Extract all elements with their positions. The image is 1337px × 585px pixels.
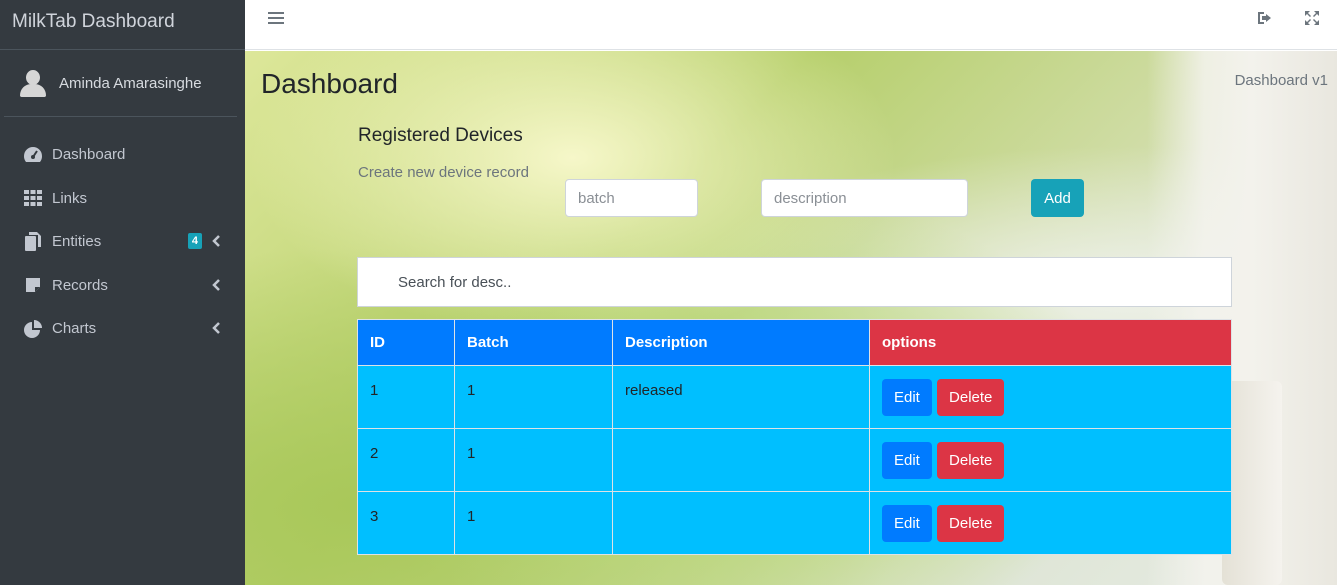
- cell-options: Edit Delete: [869, 365, 1232, 429]
- grid-icon: [23, 188, 43, 208]
- sidebar: MilkTab Dashboard Aminda Amarasinghe Das…: [0, 0, 245, 585]
- sidebar-item-label: Charts: [52, 320, 97, 338]
- table-row: 2 1 Edit Delete: [357, 428, 1232, 492]
- cell-options: Edit Delete: [869, 491, 1232, 555]
- cell-options: Edit Delete: [869, 428, 1232, 492]
- column-header-batch: Batch: [454, 319, 613, 366]
- delete-button[interactable]: Delete: [937, 505, 1005, 542]
- table-row: 3 1 Edit Delete: [357, 491, 1232, 555]
- sidebar-item-label: Entities: [52, 233, 102, 251]
- entities-count-badge: 4: [187, 233, 202, 249]
- sidebar-item-records[interactable]: Records: [0, 264, 245, 308]
- edit-button[interactable]: Edit: [882, 505, 932, 542]
- sidebar-item-dashboard[interactable]: Dashboard: [0, 133, 245, 177]
- cell-batch: 1: [454, 491, 613, 555]
- copy-icon: [23, 232, 43, 252]
- devices-table: ID Batch Description options 1 1 release…: [357, 319, 1232, 555]
- sidebar-item-charts[interactable]: Charts: [0, 307, 245, 351]
- sidebar-item-label: Links: [52, 189, 88, 207]
- tachometer-icon: [23, 145, 43, 165]
- create-record-label: Create new device record: [358, 164, 529, 181]
- cell-batch: 1: [454, 428, 613, 492]
- sidebar-item-label: Dashboard: [52, 146, 126, 164]
- add-button[interactable]: Add: [1031, 179, 1084, 217]
- cell-description: [612, 428, 870, 492]
- cell-id: 3: [357, 491, 455, 555]
- edit-button[interactable]: Edit: [882, 442, 932, 479]
- sidebar-item-links[interactable]: Links: [0, 177, 245, 221]
- pie-chart-icon: [23, 319, 43, 339]
- cell-description: released: [612, 365, 870, 429]
- sidebar-nav: Dashboard Links Entities 4 Records Chart…: [0, 117, 245, 351]
- chevron-left-icon: [212, 278, 220, 291]
- note-icon: [23, 275, 43, 295]
- description-input[interactable]: [761, 179, 968, 217]
- top-navbar: [245, 0, 1337, 50]
- column-header-description: Description: [612, 319, 870, 366]
- delete-button[interactable]: Delete: [937, 442, 1005, 479]
- cell-id: 1: [357, 365, 455, 429]
- sign-out-icon[interactable]: [1257, 10, 1275, 26]
- edit-button[interactable]: Edit: [882, 379, 932, 416]
- breadcrumb[interactable]: Dashboard v1: [1235, 72, 1328, 89]
- sidebar-item-entities[interactable]: Entities 4: [0, 220, 245, 264]
- chevron-left-icon: [212, 235, 220, 247]
- user-name[interactable]: Aminda Amarasinghe: [59, 75, 202, 92]
- main-content: Dashboard Dashboard v1 Registered Device…: [245, 51, 1337, 585]
- brand-title[interactable]: MilkTab Dashboard: [0, 0, 245, 50]
- avatar: [18, 68, 48, 98]
- cell-id: 2: [357, 428, 455, 492]
- section-title: Registered Devices: [358, 125, 523, 146]
- chevron-left-icon: [212, 322, 220, 334]
- batch-input[interactable]: [565, 179, 698, 217]
- cell-batch: 1: [454, 365, 613, 429]
- column-header-id: ID: [357, 319, 455, 366]
- user-panel: Aminda Amarasinghe: [4, 50, 237, 117]
- search-input[interactable]: [357, 257, 1232, 307]
- delete-button[interactable]: Delete: [937, 379, 1005, 416]
- column-header-options: options: [869, 319, 1232, 366]
- fullscreen-icon[interactable]: [1304, 10, 1320, 26]
- sidebar-item-label: Records: [52, 276, 108, 294]
- table-header-row: ID Batch Description options: [357, 319, 1232, 366]
- page-title: Dashboard: [261, 68, 398, 99]
- menu-toggle-icon[interactable]: [268, 12, 284, 26]
- table-row: 1 1 released Edit Delete: [357, 365, 1232, 429]
- cell-description: [612, 491, 870, 555]
